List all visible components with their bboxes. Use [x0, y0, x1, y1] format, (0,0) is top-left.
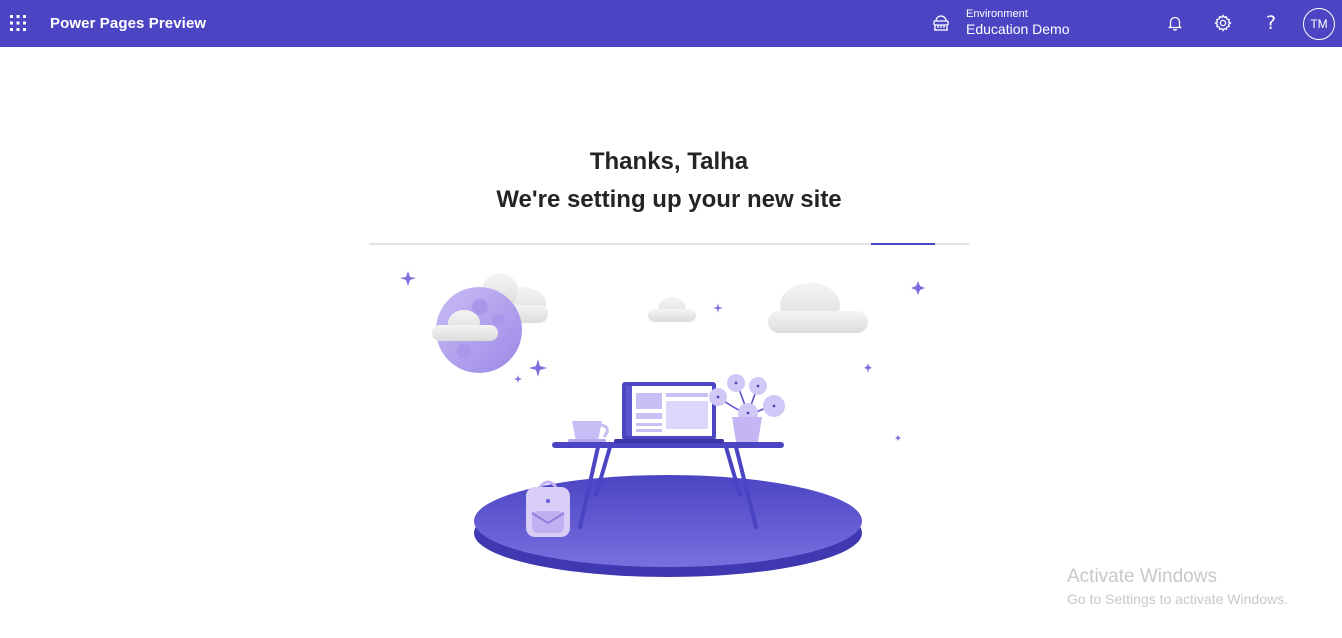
app-title[interactable]: Power Pages Preview	[50, 15, 206, 32]
environment-icon	[930, 12, 952, 34]
environment-value: Education Demo	[966, 21, 1070, 38]
gear-icon[interactable]	[1208, 8, 1238, 38]
activation-watermark: Activate Windows Go to Settings to activ…	[1067, 566, 1288, 607]
bell-icon[interactable]	[1160, 8, 1190, 38]
progress-indicator	[871, 243, 935, 245]
waffle-icon[interactable]	[7, 12, 29, 34]
avatar[interactable]: TM	[1303, 8, 1335, 40]
greeting-heading: Thanks, Talha	[589, 148, 749, 175]
help-icon[interactable]: ?	[1256, 8, 1286, 38]
status-heading: We're setting up your new site	[496, 186, 842, 213]
watermark-title: Activate Windows	[1067, 566, 1217, 587]
setup-illustration	[400, 271, 925, 577]
progress-bar	[369, 243, 969, 245]
top-bar: Power Pages Preview Environment Educatio…	[0, 0, 1342, 47]
environment-picker[interactable]: Environment Education Demo	[930, 4, 1070, 42]
watermark-subtitle: Go to Settings to activate Windows.	[1067, 591, 1288, 607]
help-glyph: ?	[1265, 12, 1277, 34]
environment-label: Environment	[966, 8, 1028, 20]
